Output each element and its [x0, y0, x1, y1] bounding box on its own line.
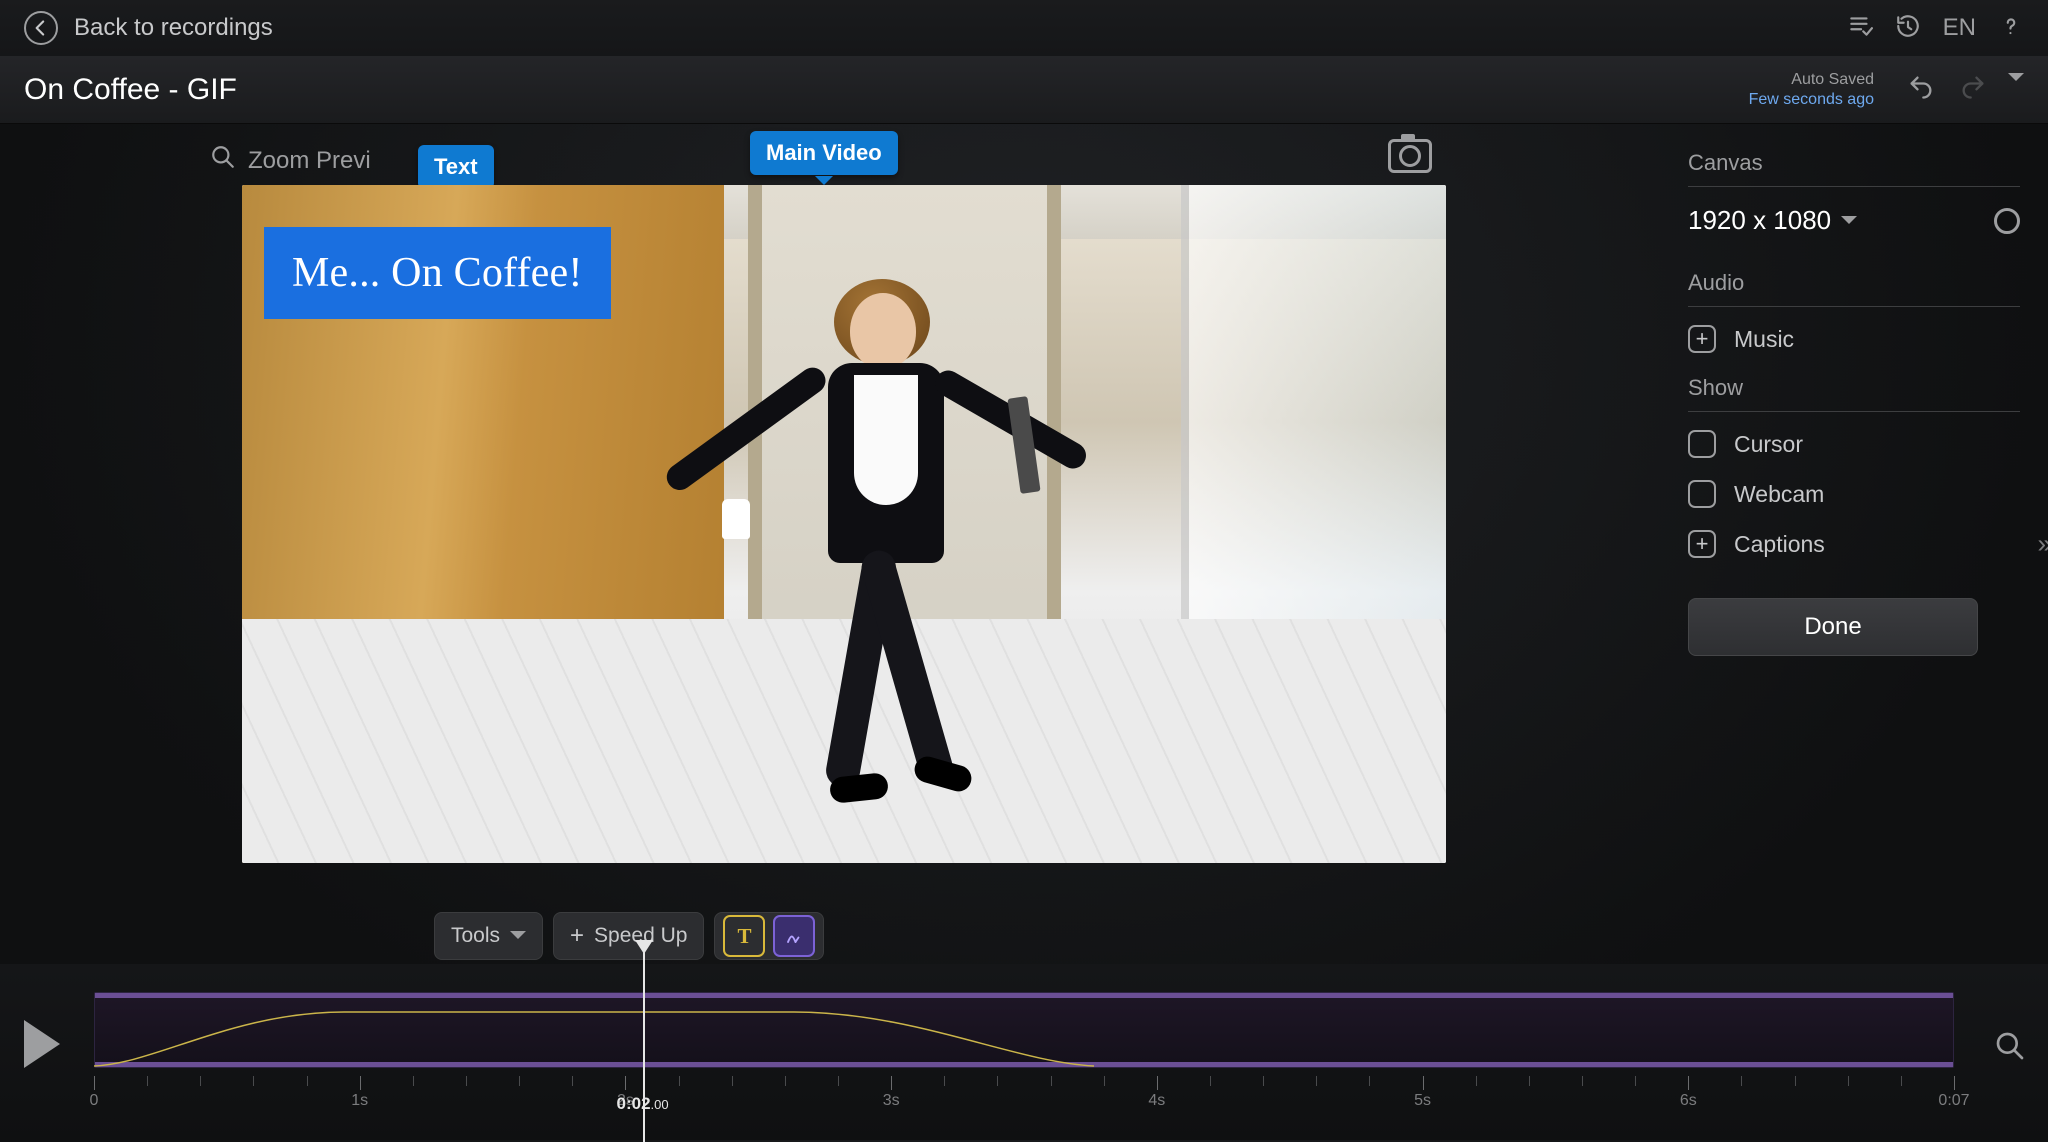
toggle-webcam[interactable]: Webcam: [1688, 480, 2020, 508]
ruler-tick-label: 5s: [1414, 1092, 1431, 1110]
checklist-icon[interactable]: [1847, 13, 1873, 44]
tools-menu[interactable]: Tools: [434, 912, 543, 960]
chevron-down-icon: [1841, 216, 1857, 232]
pointer-overlay-tool[interactable]: [773, 915, 815, 957]
chevron-down-icon: [510, 931, 526, 947]
timeline-zoom-icon[interactable]: [1994, 1030, 2026, 1067]
timeline-track[interactable]: [94, 992, 1954, 1068]
text-overlay-tool[interactable]: T: [723, 915, 765, 957]
playhead-time-label: 0:02.00: [617, 1094, 669, 1114]
play-button[interactable]: [24, 1020, 60, 1068]
zoom-icon[interactable]: [210, 144, 236, 177]
history-icon[interactable]: [1895, 13, 1921, 44]
ruler-tick-label: 1s: [351, 1092, 368, 1110]
timeline-area[interactable]: 01s2s3s4s5s6s0:07 0:02.00: [94, 964, 2014, 1140]
checkbox-icon: [1688, 430, 1716, 458]
audio-section-header: Audio: [1688, 270, 2020, 307]
autosave-status: Auto Saved Few seconds ago: [1749, 70, 1874, 110]
ruler-tick-label: 3s: [883, 1092, 900, 1110]
timeline-ruler: 01s2s3s4s5s6s0:07: [94, 1076, 1954, 1112]
add-music[interactable]: Music: [1688, 325, 2020, 353]
add-captions[interactable]: Captions: [1688, 530, 2020, 558]
back-label: Back to recordings: [74, 14, 273, 42]
tooltip-text-overlay: Text: [418, 145, 494, 189]
snapshot-icon[interactable]: [1388, 139, 1432, 173]
speed-up-button[interactable]: +Speed Up: [553, 912, 704, 960]
show-section-header: Show: [1688, 375, 2020, 412]
video-subject: [796, 293, 976, 813]
undo-button[interactable]: [1904, 73, 1938, 106]
plus-icon: [1688, 530, 1716, 558]
help-icon[interactable]: [1998, 13, 2024, 44]
more-menu[interactable]: [2008, 81, 2024, 99]
canvas-section-header: Canvas: [1688, 150, 2020, 187]
ruler-tick-label: 0: [90, 1092, 99, 1110]
overlay-tool-group: T: [714, 912, 824, 960]
project-title[interactable]: On Coffee - GIF: [24, 73, 237, 107]
ruler-tick-label: 0:07: [1938, 1092, 1969, 1110]
ruler-tick-label: 6s: [1680, 1092, 1697, 1110]
sidebar-expand-handle[interactable]: »: [2038, 529, 2046, 560]
checkbox-icon: [1688, 480, 1716, 508]
video-preview-canvas[interactable]: Me... On Coffee!: [242, 185, 1446, 863]
canvas-bgcolor-swatch[interactable]: [1994, 208, 2020, 234]
toggle-cursor[interactable]: Cursor: [1688, 430, 2020, 458]
redo-button: [1956, 73, 1990, 106]
language-select[interactable]: EN: [1943, 14, 1976, 42]
video-text-overlay[interactable]: Me... On Coffee!: [264, 227, 611, 319]
tooltip-main-video: Main Video: [750, 131, 898, 175]
plus-icon: [1688, 325, 1716, 353]
done-button[interactable]: Done: [1688, 598, 1978, 656]
zoom-preview-label[interactable]: Zoom Previ: [248, 147, 371, 175]
back-arrow-icon: [24, 11, 58, 45]
back-to-recordings[interactable]: Back to recordings: [24, 11, 273, 45]
canvas-size-select[interactable]: 1920 x 1080: [1688, 205, 1857, 236]
ruler-tick-label: 4s: [1148, 1092, 1165, 1110]
